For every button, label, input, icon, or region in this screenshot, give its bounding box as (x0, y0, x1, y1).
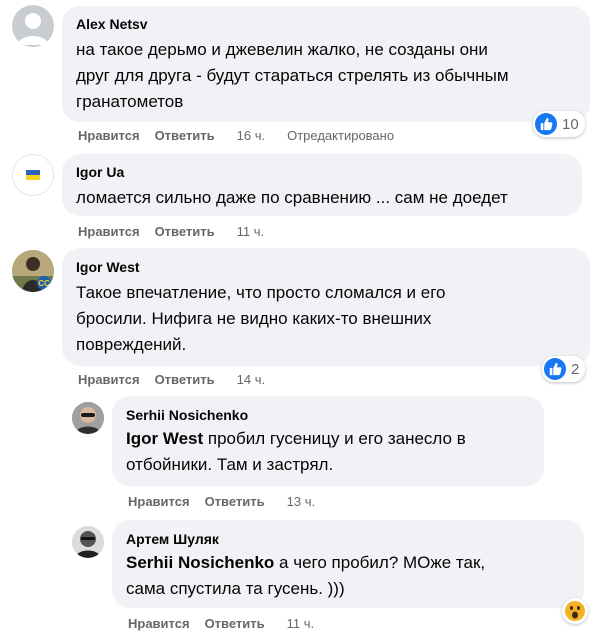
reaction-summary[interactable]: 10 (533, 111, 585, 137)
edited-label: Отредактировано (287, 128, 395, 143)
comment-text-line: гранатометов (76, 92, 184, 111)
reply-author[interactable]: Артем Шуляк (126, 530, 570, 548)
user-photo-icon (72, 402, 104, 434)
reply-actions: Нравится Ответить 11 ч. (128, 616, 314, 632)
avatar[interactable]: CC (12, 250, 54, 292)
user-photo-icon (72, 526, 104, 558)
avatar[interactable] (12, 5, 54, 47)
reply-timestamp[interactable]: 11 ч. (287, 616, 315, 632)
comment-timestamp[interactable]: 14 ч. (237, 372, 265, 388)
reply-button[interactable]: Ответить (155, 372, 215, 388)
comment-author[interactable]: Alex Netsv (76, 15, 576, 33)
comment-timestamp[interactable]: 11 ч. (237, 224, 265, 240)
mention-link[interactable]: Igor West (126, 429, 203, 448)
mention-link[interactable]: Serhii Nosichenko (126, 553, 274, 572)
like-reaction-icon (544, 358, 566, 380)
comment-bubble: Igor Ua ломается сильно даже по сравнени… (62, 154, 582, 216)
comment-text-line: друг для друга - будут стараться стрелят… (76, 66, 509, 85)
comment-bubble: Alex Netsv на такое дерьмо и джевелин жа… (62, 6, 590, 122)
reply-text-line: Serhii Nosichenko а чего пробил? МОже та… (126, 550, 570, 576)
comment-actions: Нравится Ответить 11 ч. (78, 224, 264, 240)
reply-actions: Нравится Ответить 13 ч. (128, 494, 315, 510)
comment-text-line: ломается сильно даже по сравнению ... са… (76, 188, 508, 207)
avatar[interactable] (72, 402, 104, 434)
svg-text:CC: CC (38, 279, 50, 288)
like-button[interactable]: Нравится (78, 128, 140, 144)
like-button[interactable]: Нравится (128, 494, 190, 510)
reaction-count: 2 (571, 360, 580, 378)
avatar[interactable] (72, 526, 104, 558)
reply-text-line: Igor West пробил гусеницу и его занесло … (126, 426, 530, 452)
comment-text-line: повреждений. (76, 335, 187, 354)
like-button[interactable]: Нравится (128, 616, 190, 632)
comment-text-line: Такое впечатление, что просто сломался и… (76, 283, 446, 302)
comment-bubble: Igor West Такое впечатление, что просто … (62, 248, 590, 366)
reply-author[interactable]: Serhii Nosichenko (126, 406, 530, 424)
reply-text: пробил гусеницу и его занесло в (203, 429, 466, 448)
reply-button[interactable]: Ответить (155, 224, 215, 240)
comment-author[interactable]: Igor West (76, 258, 576, 276)
reply-button[interactable]: Ответить (205, 494, 265, 510)
reply-timestamp[interactable]: 13 ч. (287, 494, 315, 510)
reply-button[interactable]: Ответить (155, 128, 215, 144)
avatar[interactable] (12, 154, 54, 196)
reaction-count: 10 (562, 115, 579, 133)
like-button[interactable]: Нравится (78, 224, 140, 240)
comment-actions: Нравится Ответить 16 ч. Отредактировано (78, 128, 394, 144)
like-button[interactable]: Нравится (78, 372, 140, 388)
reply-text-line: отбойники. Там и застрял. (126, 455, 334, 474)
comment-actions: Нравится Ответить 14 ч. (78, 372, 265, 388)
ukraine-flag-icon (26, 170, 40, 180)
reaction-summary[interactable]: 2 (542, 356, 586, 382)
like-reaction-icon (535, 113, 557, 135)
comment-author[interactable]: Igor Ua (76, 163, 568, 181)
reply-button[interactable]: Ответить (205, 616, 265, 632)
reply-text: а чего пробил? МОже так, (274, 553, 486, 572)
comment-text-line: бросили. Нифига не видно каких-то внешни… (76, 309, 432, 328)
wow-reaction-icon (565, 601, 585, 621)
reply-bubble: Serhii Nosichenko Igor West пробил гусен… (112, 396, 544, 486)
comment-timestamp[interactable]: 16 ч. (237, 128, 265, 144)
reply-text-line: сама спустила та гусень. ))) (126, 579, 345, 598)
default-user-icon (17, 13, 49, 45)
user-photo-icon: CC (12, 250, 54, 292)
reaction-summary[interactable] (562, 598, 588, 624)
reply-bubble: Артем Шуляк Serhii Nosichenko а чего про… (112, 520, 584, 608)
comment-text-line: на такое дерьмо и джевелин жалко, не соз… (76, 40, 488, 59)
